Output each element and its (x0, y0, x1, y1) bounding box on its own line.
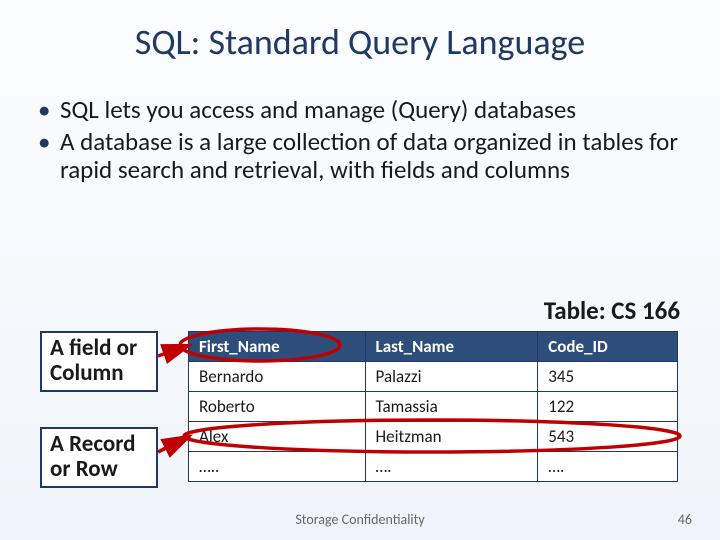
col-header: Code_ID (538, 332, 678, 362)
table-row: Bernardo Palazzi 345 (189, 362, 678, 392)
row-callout-box: A Record or Row (40, 427, 158, 488)
col-header: Last_Name (365, 332, 538, 362)
table-header-row: First_Name Last_Name Code_ID (189, 332, 678, 362)
table-cell: …. (538, 452, 678, 482)
table-cell: Tamassia (365, 392, 538, 422)
col-header: First_Name (189, 332, 366, 362)
table-row: ….. …. …. (189, 452, 678, 482)
example-table: First_Name Last_Name Code_ID Bernardo Pa… (188, 331, 678, 482)
table-cell: Roberto (189, 392, 366, 422)
table-row: Roberto Tamassia 122 (189, 392, 678, 422)
column-callout-box: A field or Column (40, 331, 158, 392)
bullet-item: SQL lets you access and manage (Query) d… (60, 96, 680, 124)
table-cell: Heitzman (365, 422, 538, 452)
table-cell: …. (365, 452, 538, 482)
table-cell: 345 (538, 362, 678, 392)
table-caption: Table: CS 166 (544, 295, 680, 326)
table-row: Alex Heitzman 543 (189, 422, 678, 452)
page-number: 46 (678, 511, 692, 528)
table-cell: 122 (538, 392, 678, 422)
table-cell: 543 (538, 422, 678, 452)
table-cell: Alex (189, 422, 366, 452)
bullet-item: A database is a large collection of data… (60, 128, 680, 184)
table-cell: ….. (189, 452, 366, 482)
table-cell: Bernardo (189, 362, 366, 392)
slide-title: SQL: Standard Query Language (0, 0, 720, 64)
bullet-list: SQL lets you access and manage (Query) d… (0, 64, 720, 184)
table-cell: Palazzi (365, 362, 538, 392)
footer-text: Storage Confidentiality (0, 511, 720, 528)
